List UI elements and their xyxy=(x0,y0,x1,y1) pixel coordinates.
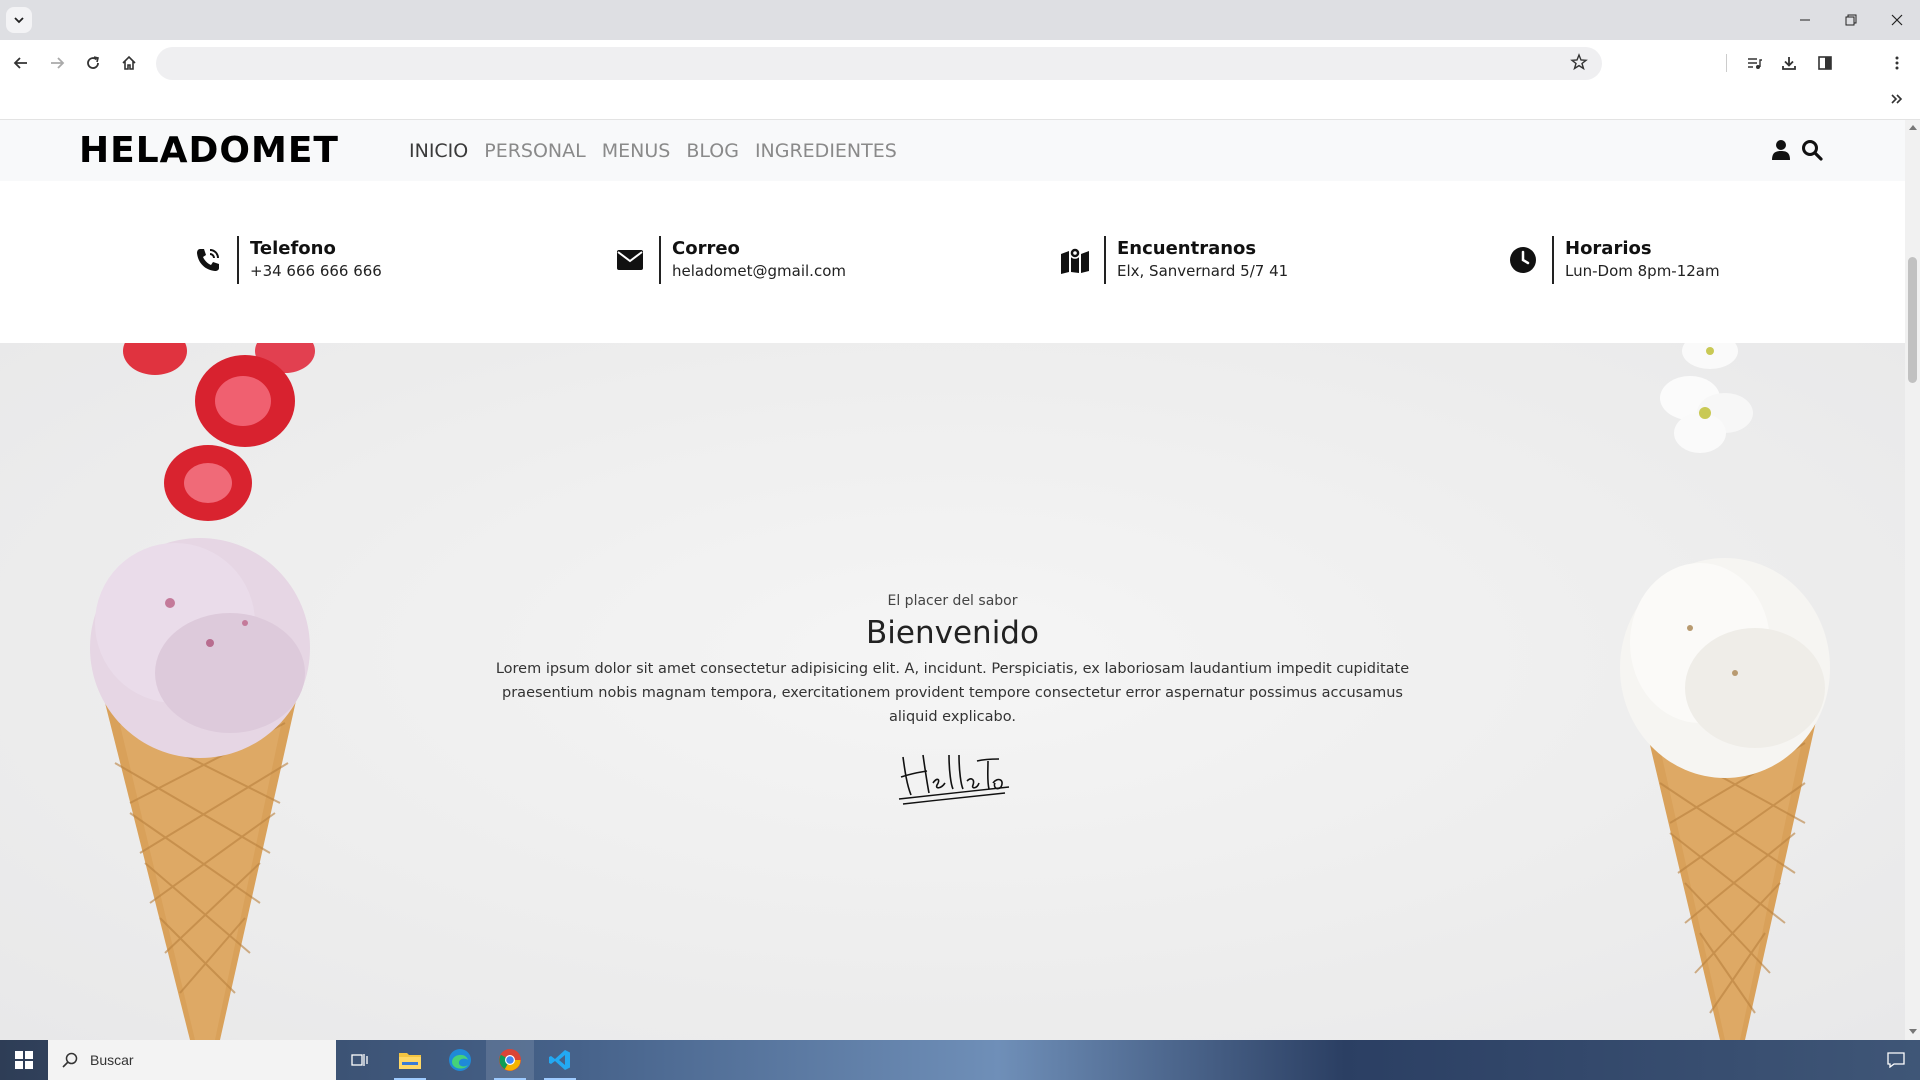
page-viewport: HELADOMET INICIO PERSONAL MENUS BLOG ING… xyxy=(0,120,1905,1040)
user-icon[interactable] xyxy=(1771,139,1791,161)
info-phone-title: Telefono xyxy=(250,238,336,259)
clock-icon xyxy=(1510,247,1536,273)
scroll-down-arrow[interactable] xyxy=(1909,1029,1917,1034)
info-location: Encuentranos Elx, Sanvernard 5/7 41 xyxy=(1059,236,1288,284)
hero-content: El placer del sabor Bienvenido Lorem ips… xyxy=(480,593,1425,807)
more-vertical-icon xyxy=(1895,56,1899,70)
browser-menu-button[interactable] xyxy=(1882,48,1912,78)
hero-kicker: El placer del sabor xyxy=(887,593,1018,609)
signature-image xyxy=(898,754,1009,805)
edge-icon xyxy=(449,1049,471,1071)
nav-inicio[interactable]: INICIO xyxy=(409,140,468,162)
bookmarks-bar xyxy=(0,86,1920,120)
main-nav: INICIO PERSONAL MENUS BLOG INGREDIENTES xyxy=(409,140,897,162)
chrome-button[interactable] xyxy=(486,1040,534,1080)
info-email-title: Correo xyxy=(672,238,740,259)
nav-ingredientes[interactable]: INGREDIENTES xyxy=(755,140,897,162)
file-explorer-icon xyxy=(399,1053,421,1069)
chrome-icon xyxy=(499,1049,521,1071)
download-icon xyxy=(1782,57,1796,70)
close-window-button[interactable] xyxy=(1874,0,1920,40)
info-hours-value: Lun-Dom 8pm-12am xyxy=(1565,262,1720,280)
phone-icon xyxy=(197,249,219,271)
browser-tabstrip xyxy=(0,0,1920,40)
edge-button[interactable] xyxy=(436,1040,484,1080)
info-phone: Telefono +34 666 666 666 xyxy=(192,236,382,284)
notification-icon xyxy=(1887,1052,1905,1068)
taskbar-search-placeholder: Buscar xyxy=(90,1052,134,1068)
side-panel-button[interactable] xyxy=(1810,48,1840,78)
nav-menus[interactable]: MENUS xyxy=(602,140,671,162)
hero-section: El placer del sabor Bienvenido Lorem ips… xyxy=(0,343,1905,1040)
windows-taskbar: Buscar xyxy=(0,1040,1920,1080)
tab-search-button[interactable] xyxy=(6,7,32,33)
home-button[interactable] xyxy=(114,48,144,78)
white-flowers xyxy=(1660,343,1753,453)
info-phone-value: +34 666 666 666 xyxy=(250,262,382,280)
info-email-value: heladomet@gmail.com xyxy=(672,262,846,280)
media-list-icon xyxy=(1748,58,1762,69)
toolbar-divider xyxy=(1726,54,1727,72)
minimize-button[interactable] xyxy=(1782,0,1828,40)
info-email: Correo heladomet@gmail.com xyxy=(614,236,846,284)
double-chevron-right-icon[interactable] xyxy=(1890,92,1904,106)
taskbar-search[interactable]: Buscar xyxy=(48,1040,336,1080)
star-icon[interactable] xyxy=(1570,53,1588,71)
forward-button[interactable] xyxy=(42,48,72,78)
nav-personal[interactable]: PERSONAL xyxy=(484,140,585,162)
task-view-icon xyxy=(351,1054,368,1066)
reading-list-button[interactable] xyxy=(1739,48,1769,78)
restore-button[interactable] xyxy=(1828,0,1874,40)
info-location-value: Elx, Sanvernard 5/7 41 xyxy=(1117,262,1289,280)
reload-button[interactable] xyxy=(78,48,108,78)
strawberry-ice-cream-illustration xyxy=(90,343,315,1040)
reload-icon xyxy=(87,56,99,69)
vscode-icon xyxy=(549,1050,570,1070)
envelope-icon xyxy=(617,250,643,270)
start-button[interactable] xyxy=(0,1040,48,1080)
strawberry-slices xyxy=(123,343,315,521)
map-icon xyxy=(1061,247,1089,274)
site-header: HELADOMET INICIO PERSONAL MENUS BLOG ING… xyxy=(0,120,1905,181)
restore-icon xyxy=(1845,14,1857,26)
hero-title: Bienvenido xyxy=(866,615,1039,651)
page-scrollbar[interactable] xyxy=(1905,120,1920,1040)
search-icon xyxy=(62,1052,78,1068)
hero-body: Lorem ipsum dolor sit amet consectetur a… xyxy=(495,661,1410,725)
contact-info-strip: Telefono +34 666 666 666 Correo heladome… xyxy=(0,181,1905,343)
arrow-right-icon xyxy=(51,57,65,69)
task-view-button[interactable] xyxy=(336,1040,384,1080)
side-panel-icon xyxy=(1818,56,1832,70)
windows-logo-icon xyxy=(15,1051,33,1069)
minimize-icon xyxy=(1800,19,1810,21)
chevron-down-icon xyxy=(14,17,24,24)
scroll-up-arrow[interactable] xyxy=(1909,125,1917,130)
address-bar[interactable] xyxy=(156,47,1602,80)
scrollbar-thumb[interactable] xyxy=(1908,257,1917,383)
vanilla-ice-cream-illustration xyxy=(1620,343,1830,1040)
search-icon[interactable] xyxy=(1801,139,1823,161)
info-location-title: Encuentranos xyxy=(1117,238,1257,259)
nav-blog[interactable]: BLOG xyxy=(686,140,739,162)
home-icon xyxy=(122,55,136,70)
info-hours-title: Horarios xyxy=(1565,238,1652,259)
vscode-button[interactable] xyxy=(536,1040,584,1080)
site-logo[interactable]: HELADOMET xyxy=(79,130,339,171)
back-button[interactable] xyxy=(6,48,36,78)
downloads-button[interactable] xyxy=(1774,48,1804,78)
arrow-left-icon xyxy=(13,57,27,69)
file-explorer-button[interactable] xyxy=(386,1040,434,1080)
close-icon xyxy=(1891,14,1903,26)
info-hours: Horarios Lun-Dom 8pm-12am xyxy=(1507,236,1720,284)
notifications-button[interactable] xyxy=(1872,1040,1920,1080)
